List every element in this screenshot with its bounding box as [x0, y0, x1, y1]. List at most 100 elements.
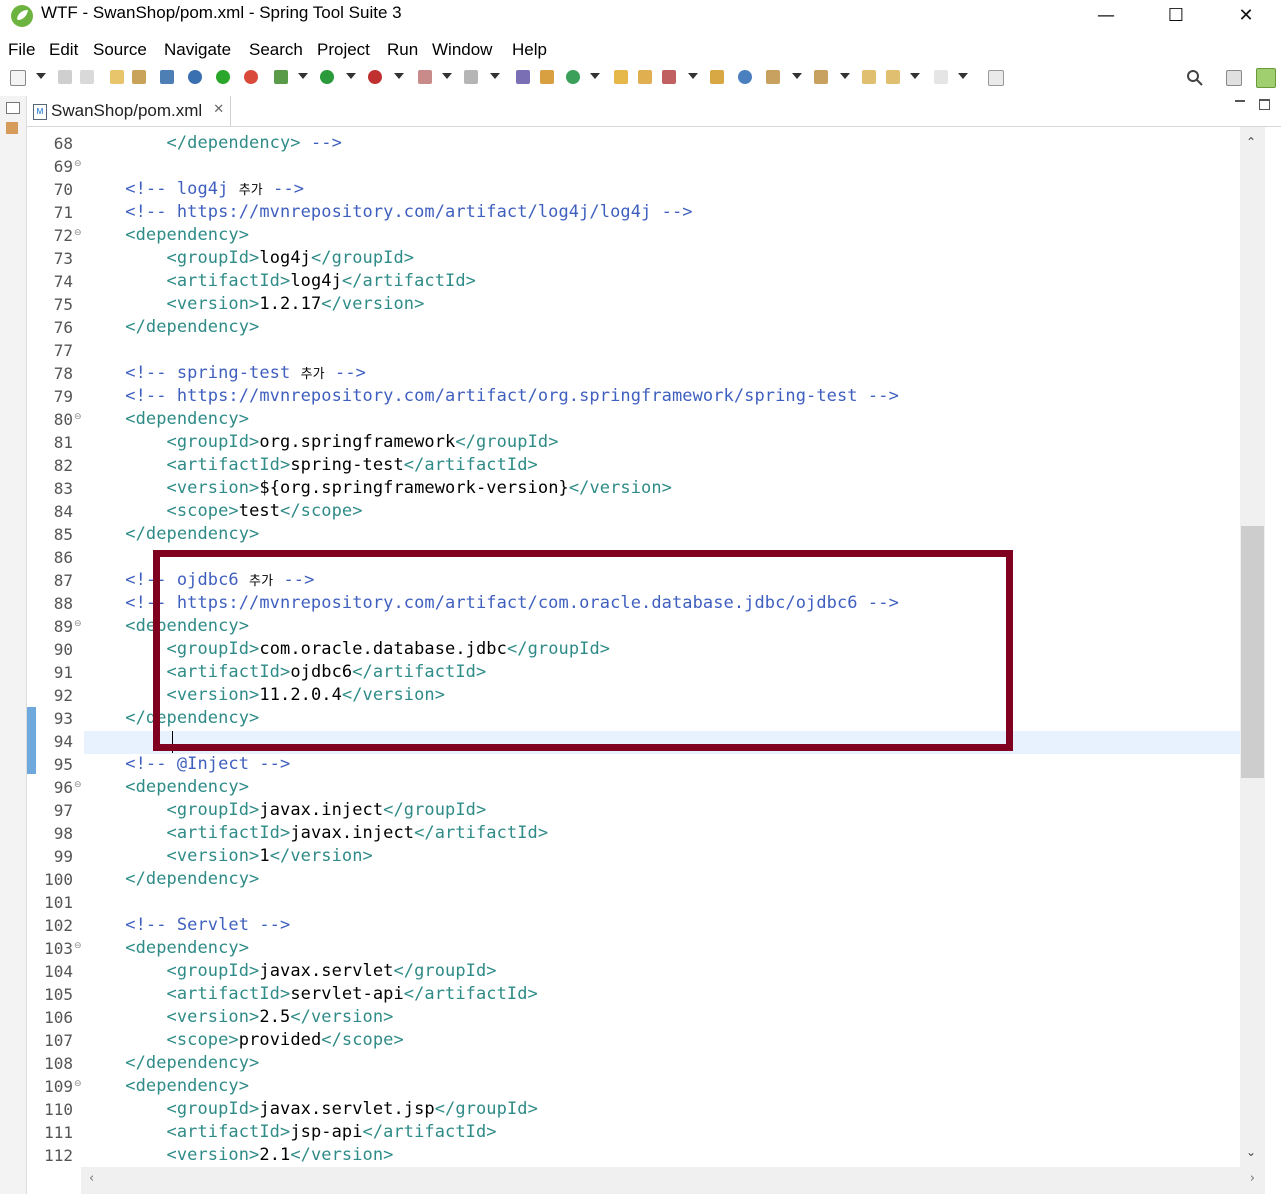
code-editor[interactable]: 68 69 ⊖ 70 71 72 ⊖ 73 74 75 76 77 78 79 80 ⊖ 81 82 83 84 85 8… [27, 127, 1281, 1167]
pin-editor-icon[interactable] [988, 70, 1004, 86]
launch-dropdown-icon[interactable] [688, 73, 698, 79]
new-java-project-icon[interactable] [516, 70, 530, 84]
save-all-icon[interactable] [80, 70, 94, 84]
tab-pom-xml[interactable]: M SwanShop/pom.xml ✕ [29, 96, 232, 126]
skip-breakpoints-icon[interactable] [188, 70, 202, 84]
code-line[interactable]: <artifactId>log4j</artifactId> [84, 270, 476, 293]
forward-dropdown-icon[interactable] [958, 73, 968, 79]
code-line[interactable]: <dependency> [84, 776, 249, 799]
new-icon[interactable] [10, 70, 26, 86]
code-line[interactable]: </dependency> --> [84, 132, 342, 155]
run-icon[interactable] [320, 70, 334, 84]
scroll-up-icon[interactable]: ⌃ [1246, 135, 1256, 149]
code-line[interactable]: <version>${org.springframework-version}<… [84, 477, 672, 500]
menu-window[interactable]: Window [432, 40, 492, 60]
debug-dropdown-icon[interactable] [298, 73, 308, 79]
menu-navigate[interactable]: Navigate [164, 40, 231, 60]
code-line[interactable]: <!-- https://mvnrepository.com/artifact/… [84, 201, 693, 224]
vertical-scrollbar[interactable]: ⌃ ⌄ [1240, 127, 1265, 1167]
code-line[interactable]: <!-- log4j 추가 --> [84, 178, 304, 201]
vertical-scroll-thumb[interactable] [1241, 526, 1264, 778]
code-line[interactable]: <dependency> [84, 1075, 249, 1098]
code-line[interactable]: <artifactId>spring-test</artifactId> [84, 454, 538, 477]
menu-search[interactable]: Search [249, 40, 303, 60]
spring-boot-icon[interactable] [244, 70, 258, 84]
code-line[interactable]: <!-- Servlet --> [84, 914, 290, 937]
spring-perspective-icon[interactable] [1256, 68, 1276, 88]
code-line[interactable]: <version>1</version> [84, 845, 373, 868]
code-line[interactable]: <dependency> [84, 408, 249, 431]
external-tools-icon[interactable] [368, 70, 382, 84]
stop-dropdown-icon[interactable] [442, 73, 452, 79]
minimize-view-icon[interactable] [1235, 100, 1245, 102]
print-icon[interactable] [110, 70, 124, 84]
menu-source[interactable]: Source [93, 40, 147, 60]
menu-edit[interactable]: Edit [49, 40, 78, 60]
fold-toggle-icon[interactable]: ⊖ [74, 619, 82, 629]
scroll-down-icon[interactable]: ⌄ [1246, 1145, 1256, 1159]
code-line[interactable]: <groupId>javax.inject</groupId> [84, 799, 487, 822]
new-class-icon[interactable] [566, 70, 580, 84]
restore-icon[interactable] [6, 102, 20, 114]
horizontal-scrollbar[interactable]: ‹ › [81, 1167, 1265, 1194]
fold-toggle-icon[interactable]: ⊖ [74, 159, 82, 169]
next-annotation-dropdown-icon[interactable] [792, 73, 802, 79]
code-line[interactable]: </dependency> [84, 523, 259, 546]
close-button[interactable]: ✕ [1211, 0, 1281, 30]
fold-toggle-icon[interactable]: ⊖ [74, 1079, 82, 1089]
open-folder-icon[interactable] [710, 70, 724, 84]
code-line[interactable]: <artifactId>jsp-api</artifactId> [84, 1121, 497, 1144]
open-perspective-icon[interactable] [1226, 70, 1242, 86]
code-line[interactable]: </dependency> [84, 316, 259, 339]
code-line[interactable]: <groupId>javax.servlet.jsp</groupId> [84, 1098, 538, 1121]
menu-file[interactable]: File [8, 40, 35, 60]
debug-icon[interactable] [274, 70, 288, 84]
previous-annotation-dropdown-icon[interactable] [840, 73, 850, 79]
next-annotation-icon[interactable] [766, 70, 780, 84]
external-tools-dropdown-icon[interactable] [394, 73, 404, 79]
back-dropdown-icon[interactable] [910, 73, 920, 79]
code-line[interactable]: <artifactId>javax.inject</artifactId> [84, 822, 549, 845]
scroll-right-icon[interactable]: › [1250, 1171, 1255, 1186]
fold-toggle-icon[interactable]: ⊖ [74, 228, 82, 238]
run-dropdown-icon[interactable] [346, 73, 356, 79]
package-explorer-icon[interactable] [6, 122, 18, 134]
open-task-icon[interactable] [638, 70, 652, 84]
globe-icon[interactable] [738, 70, 752, 84]
menu-run[interactable]: Run [387, 40, 418, 60]
launch-icon[interactable] [662, 70, 676, 84]
code-line[interactable]: <artifactId>servlet-api</artifactId> [84, 983, 538, 1006]
fold-toggle-icon[interactable]: ⊖ [74, 941, 82, 951]
stop-icon[interactable] [418, 70, 432, 84]
console-icon[interactable] [160, 70, 174, 84]
menu-help[interactable]: Help [512, 40, 547, 60]
back-icon[interactable] [886, 70, 900, 84]
new-package-icon[interactable] [540, 70, 554, 84]
code-line[interactable]: <groupId>javax.servlet</groupId> [84, 960, 497, 983]
code-line[interactable]: <version>2.1</version> [84, 1144, 394, 1167]
previous-annotation-icon[interactable] [814, 70, 828, 84]
menu-project[interactable]: Project [317, 40, 370, 60]
scroll-left-icon[interactable]: ‹ [89, 1171, 94, 1186]
save-icon[interactable] [58, 70, 72, 84]
code-line[interactable]: <version>2.5</version> [84, 1006, 394, 1029]
code-line[interactable]: <dependency> [84, 937, 249, 960]
boot-dashboard-icon[interactable] [216, 70, 230, 84]
deploy-dropdown-icon[interactable] [490, 73, 500, 79]
code-line[interactable]: <!-- spring-test 추가 --> [84, 362, 366, 385]
maximize-view-icon[interactable] [1259, 99, 1270, 110]
code-line[interactable]: <!-- https://mvnrepository.com/artifact/… [84, 385, 899, 408]
code-line[interactable]: <scope>provided</scope> [84, 1029, 404, 1052]
code-line[interactable]: <dependency> [84, 224, 249, 247]
fold-toggle-icon[interactable]: ⊖ [74, 412, 82, 422]
last-edit-icon[interactable] [862, 70, 876, 84]
code-line[interactable]: <groupId>org.springframework</groupId> [84, 431, 559, 454]
search-icon[interactable] [1186, 69, 1204, 87]
code-line[interactable]: </dependency> [84, 868, 259, 891]
maximize-button[interactable]: ☐ [1141, 0, 1211, 30]
fold-toggle-icon[interactable]: ⊖ [74, 780, 82, 790]
open-type-icon[interactable] [614, 70, 628, 84]
new-dropdown-icon[interactable] [36, 73, 46, 79]
code-line[interactable]: <scope>test</scope> [84, 500, 363, 523]
minimize-button[interactable]: — [1071, 0, 1141, 30]
